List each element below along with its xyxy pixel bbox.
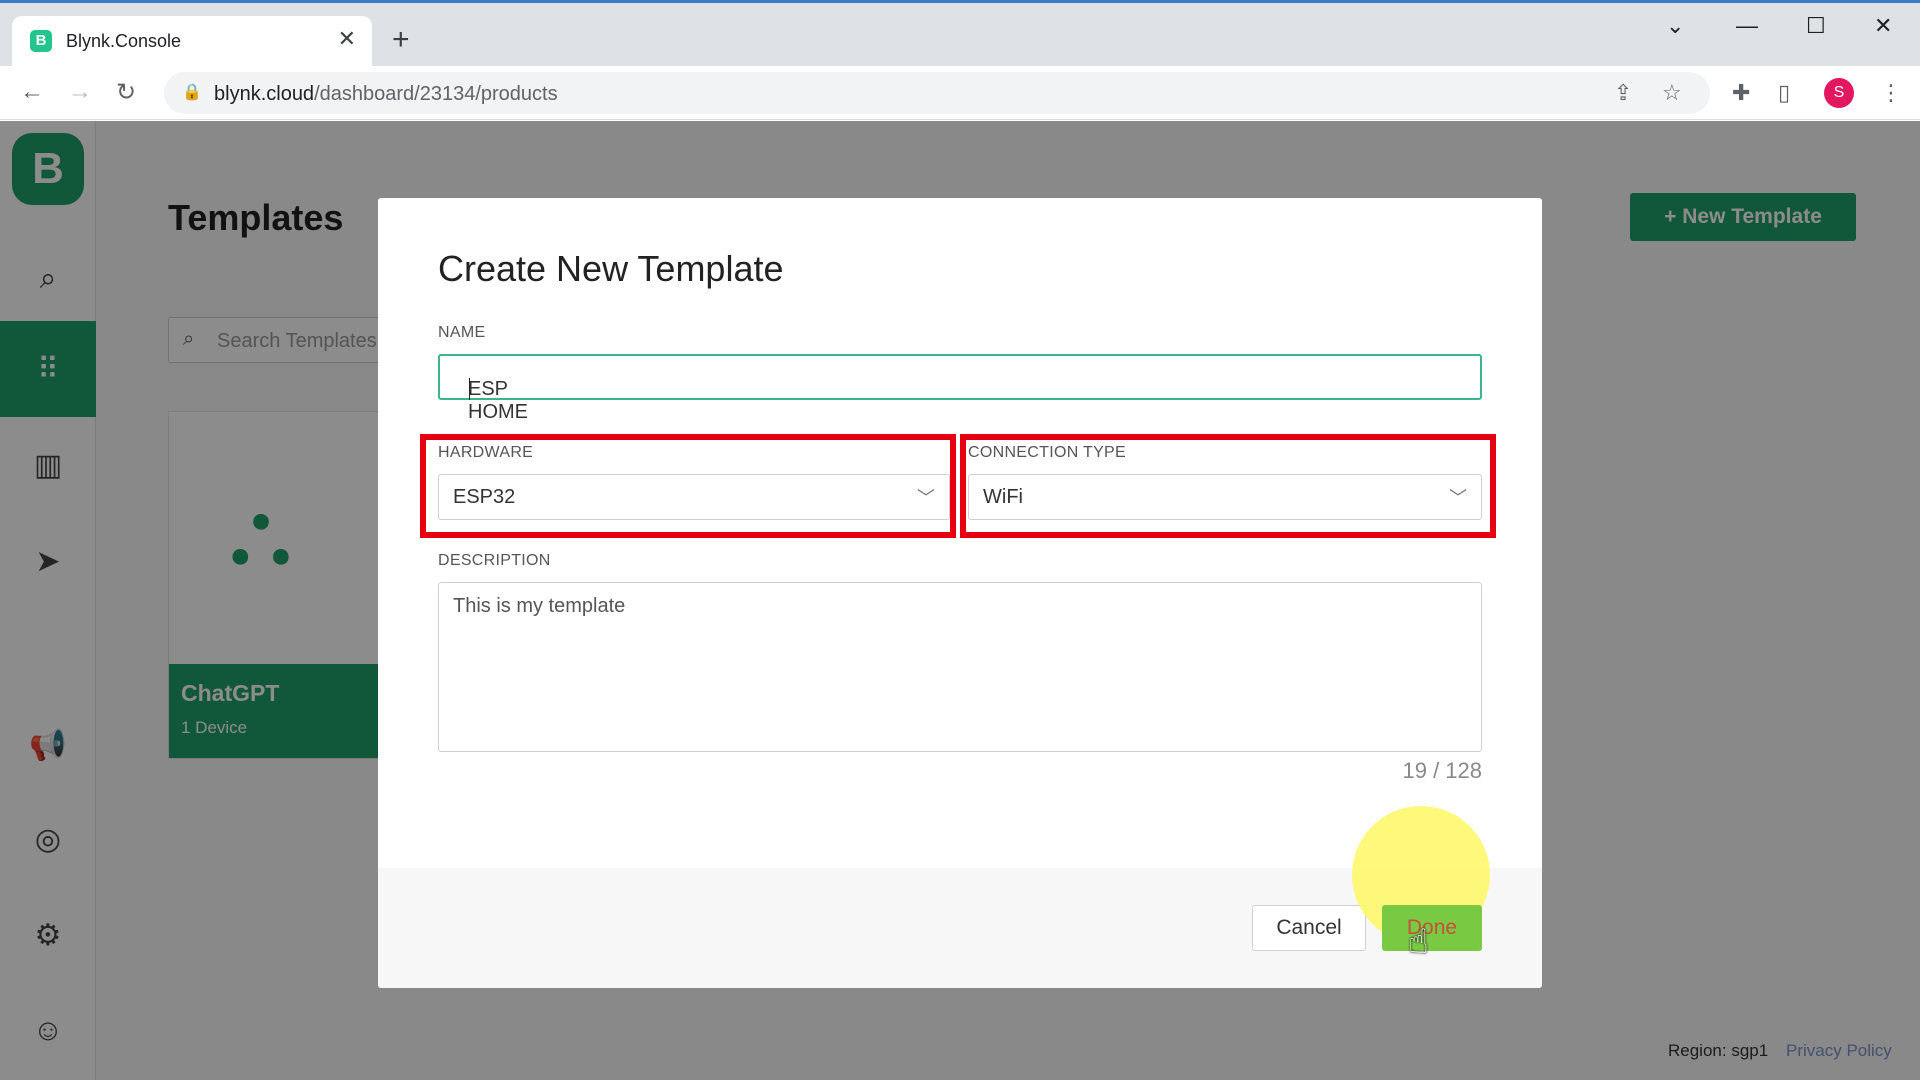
maximize-icon[interactable]: ☐	[1806, 13, 1826, 39]
minimize-icon[interactable]: —	[1736, 13, 1758, 39]
lock-icon: 🔒	[182, 84, 202, 101]
browser-tab[interactable]: B Blynk.Console ✕	[12, 16, 372, 69]
browser-toolbar: ← → ↻ 🔒 blynk.cloud/dashboard/23134/prod…	[0, 66, 1920, 120]
extensions-icon[interactable]: ✚	[1732, 80, 1750, 106]
description-textarea[interactable]: This is my template	[438, 582, 1482, 752]
share-icon[interactable]: ⇪	[1614, 80, 1632, 106]
name-input[interactable]: ESP HOME	[438, 354, 1482, 423]
hand-cursor-icon: ☝	[1408, 923, 1429, 961]
profile-avatar[interactable]: S	[1824, 78, 1854, 108]
browser-menu-icon[interactable]: ⋮	[1880, 80, 1902, 106]
url-text[interactable]: blynk.cloud/dashboard/23134/products	[214, 83, 558, 106]
create-template-modal: Create New Template NAME ESP HOME HARDWA…	[378, 198, 1542, 988]
reload-icon[interactable]: ↻	[116, 78, 136, 107]
blynk-favicon-icon: B	[30, 30, 52, 52]
close-window-icon[interactable]: ✕	[1874, 13, 1892, 39]
description-value: This is my template	[453, 595, 626, 617]
close-tab-icon[interactable]: ✕	[338, 26, 356, 52]
connection-annotation-box	[960, 434, 1496, 538]
browser-tab-bar: B Blynk.Console ✕ + ⌄ — ☐ ✕	[0, 0, 1920, 69]
new-tab-icon[interactable]: +	[392, 25, 410, 55]
address-bar[interactable]: 🔒 blynk.cloud/dashboard/23134/products ⇪…	[164, 72, 1710, 114]
cancel-button[interactable]: Cancel	[1252, 905, 1366, 951]
forward-icon[interactable]: →	[68, 78, 92, 106]
name-label: NAME	[438, 324, 486, 341]
hardware-annotation-box	[420, 434, 956, 538]
tab-title: Blynk.Console	[66, 31, 182, 51]
back-icon[interactable]: ←	[20, 78, 44, 106]
description-label: DESCRIPTION	[438, 552, 551, 569]
done-button[interactable]: Done	[1382, 905, 1482, 951]
modal-title: Create New Template	[438, 248, 784, 289]
tab-search-icon[interactable]: ⌄	[1666, 13, 1684, 39]
side-panel-icon[interactable]: ▯	[1778, 80, 1790, 106]
bookmark-star-icon[interactable]: ☆	[1662, 80, 1682, 106]
character-counter: 19 / 128	[1402, 758, 1482, 783]
